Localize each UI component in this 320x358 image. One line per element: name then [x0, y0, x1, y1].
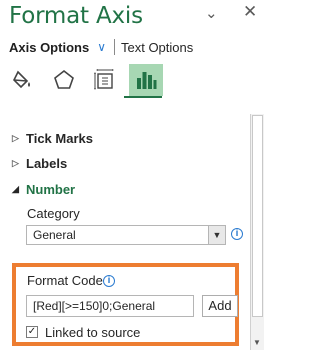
category-select[interactable]: General ▼ — [26, 225, 226, 245]
effects-pentagon-icon[interactable] — [47, 64, 81, 96]
section-label: Number — [26, 182, 76, 197]
chevron-down-icon[interactable]: ⌄ — [205, 4, 218, 22]
section-number[interactable]: ◢ Number — [12, 182, 75, 197]
format-code-input[interactable]: [Red][>=150]0;General — [26, 295, 194, 317]
tab-axis-options[interactable]: Axis Options — [9, 40, 89, 55]
section-label: Labels — [26, 156, 68, 171]
dropdown-arrow-icon[interactable]: ▼ — [208, 226, 225, 244]
scrollbar-thumb[interactable] — [252, 115, 263, 317]
chevron-down-icon[interactable]: ∨ — [97, 40, 106, 54]
icon-tab-strip — [6, 64, 170, 98]
info-icon[interactable]: i — [231, 228, 243, 240]
section-labels[interactable]: ▷ Labels — [12, 156, 67, 171]
linked-to-source-label[interactable]: Linked to source — [45, 325, 140, 340]
options-tab-bar: Axis Options ∨ Text Options — [9, 39, 193, 55]
scroll-down-arrow-icon[interactable]: ▼ — [250, 336, 264, 350]
close-icon[interactable]: ✕ — [243, 2, 257, 22]
collapsed-arrow-icon: ▷ — [12, 158, 19, 168]
tab-separator — [113, 39, 115, 55]
fill-line-icon[interactable] — [6, 64, 40, 96]
expanded-arrow-icon: ◢ — [12, 184, 19, 194]
section-label: Tick Marks — [26, 131, 93, 146]
category-value: General — [33, 228, 76, 242]
selected-tab-underline — [124, 96, 162, 98]
pane-title: Format Axis — [9, 3, 143, 29]
size-properties-icon[interactable] — [88, 64, 122, 96]
category-label: Category — [27, 206, 80, 221]
add-button[interactable]: Add — [202, 295, 238, 317]
info-icon[interactable]: i — [103, 275, 115, 287]
tab-text-options[interactable]: Text Options — [121, 40, 193, 55]
axis-options-bar-chart-icon[interactable] — [129, 64, 163, 96]
collapsed-arrow-icon: ▷ — [12, 133, 19, 143]
linked-to-source-checkbox[interactable]: ✓ — [26, 326, 38, 338]
section-tick-marks[interactable]: ▷ Tick Marks — [12, 131, 93, 146]
format-code-label: Format Code — [27, 273, 103, 288]
